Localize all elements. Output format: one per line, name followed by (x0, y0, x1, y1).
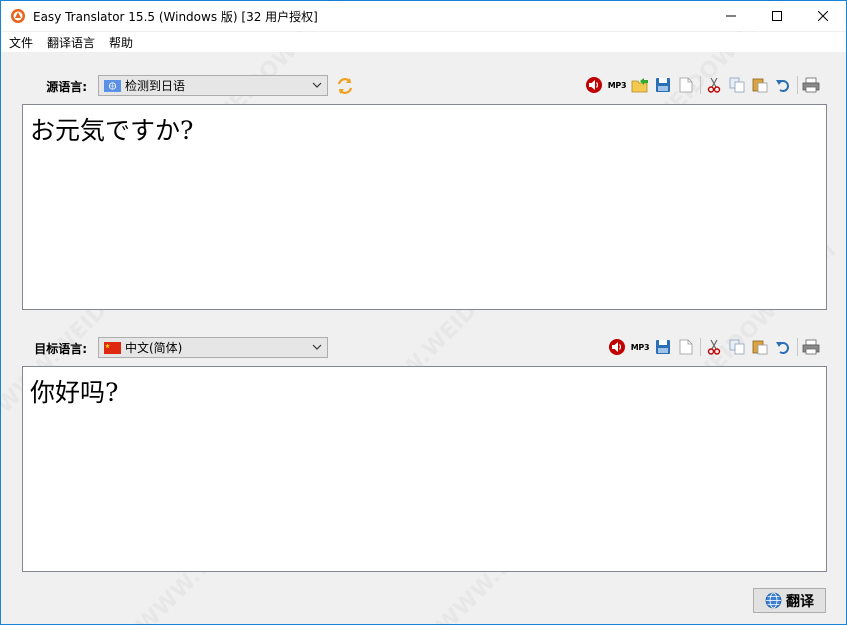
source-language-label: 源语言: (46, 80, 87, 94)
source-copy-button[interactable] (726, 74, 748, 96)
target-language-select[interactable]: 中文(简体) (98, 337, 328, 358)
menu-bar: 文件 翻译语言 帮助 (1, 32, 846, 52)
maximize-icon (772, 11, 782, 21)
printer-icon (802, 77, 820, 93)
source-cut-button[interactable] (703, 74, 725, 96)
un-flag-icon (104, 79, 121, 92)
translate-button-label: 翻译 (786, 593, 814, 610)
source-text: お元気ですか? (30, 116, 194, 145)
target-save-button[interactable] (652, 336, 674, 358)
printer-icon (802, 339, 820, 355)
open-folder-icon (631, 78, 648, 93)
target-language-value: 中文(简体) (125, 341, 183, 355)
app-window: WWW.WEIDOWN.COM WWW.WEIDOWN.COM WWW.WEID… (0, 0, 847, 625)
minimize-button[interactable] (708, 1, 754, 31)
paste-icon (752, 78, 768, 93)
target-toolbar: MP3 (606, 336, 823, 358)
speaker-icon (609, 339, 625, 355)
save-icon (656, 340, 670, 354)
target-language-label: 目标语言: (34, 342, 87, 356)
chevron-down-icon (312, 82, 322, 88)
app-logo-icon (11, 9, 25, 23)
target-print-button[interactable] (800, 336, 822, 358)
swap-languages-icon[interactable] (335, 76, 355, 96)
source-undo-button[interactable] (772, 74, 794, 96)
close-button[interactable] (800, 1, 846, 31)
maximize-button[interactable] (754, 1, 800, 31)
target-cut-button[interactable] (703, 336, 725, 358)
source-toolbar: MP3 (583, 74, 823, 96)
source-speak-button[interactable] (583, 74, 605, 96)
target-text: 你好吗? (30, 378, 119, 407)
toolbar-separator (797, 76, 798, 94)
toolbar-separator (700, 76, 701, 94)
menu-file[interactable]: 文件 (3, 34, 39, 51)
save-icon (656, 78, 670, 92)
source-paste-button[interactable] (749, 74, 771, 96)
china-flag-icon (104, 341, 121, 354)
copy-icon (729, 339, 745, 355)
target-speak-button[interactable] (606, 336, 628, 358)
source-open-button[interactable] (629, 74, 651, 96)
cut-icon (707, 339, 721, 355)
menu-translate-language[interactable]: 翻译语言 (41, 34, 101, 51)
chevron-down-icon (312, 344, 322, 350)
target-text-area[interactable]: 你好吗? (22, 366, 827, 572)
cut-icon (707, 77, 721, 93)
paste-icon (752, 340, 768, 355)
menu-help[interactable]: 帮助 (103, 34, 139, 51)
undo-icon (776, 80, 789, 92)
minimize-icon (726, 15, 736, 17)
toolbar-separator (797, 338, 798, 356)
target-new-button[interactable] (675, 336, 697, 358)
source-language-select[interactable]: 检测到日语 (98, 75, 328, 96)
window-controls (708, 1, 846, 31)
source-text-area[interactable]: お元気ですか? (22, 104, 827, 310)
translate-button[interactable]: 翻译 (753, 588, 826, 613)
speaker-icon (586, 77, 602, 93)
mp3-label: MP3 (607, 80, 627, 90)
copy-icon (729, 77, 745, 93)
mp3-label: MP3 (630, 342, 650, 352)
source-new-button[interactable] (675, 74, 697, 96)
target-copy-button[interactable] (726, 336, 748, 358)
new-document-icon (679, 77, 693, 93)
new-document-icon (679, 339, 693, 355)
source-language-value: 检测到日语 (125, 79, 186, 93)
close-icon (818, 11, 828, 21)
undo-icon (776, 342, 789, 354)
source-mp3-button[interactable]: MP3 (606, 74, 628, 96)
target-mp3-button[interactable]: MP3 (629, 336, 651, 358)
target-paste-button[interactable] (749, 336, 771, 358)
source-print-button[interactable] (800, 74, 822, 96)
window-title: Easy Translator 15.5 (Windows 版) [32 用户授… (33, 9, 318, 24)
globe-icon (765, 592, 782, 609)
title-bar: Easy Translator 15.5 (Windows 版) [32 用户授… (1, 1, 846, 31)
target-undo-button[interactable] (772, 336, 794, 358)
toolbar-separator (700, 338, 701, 356)
source-save-button[interactable] (652, 74, 674, 96)
